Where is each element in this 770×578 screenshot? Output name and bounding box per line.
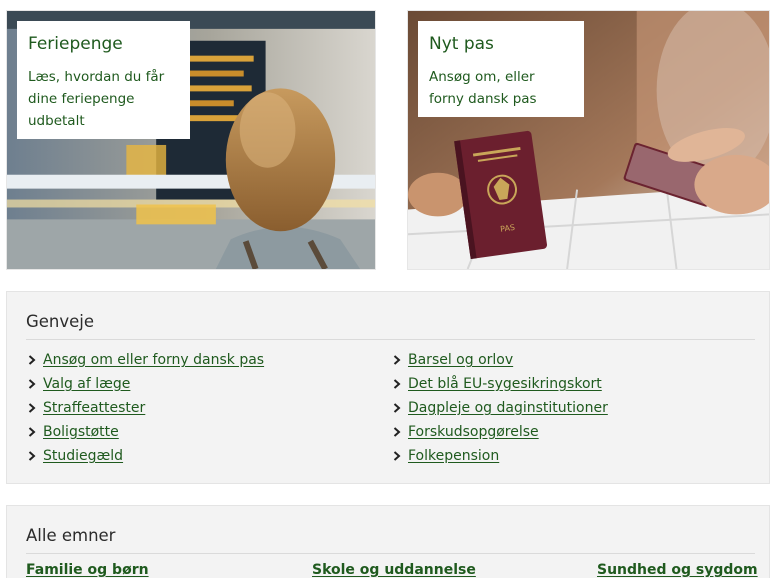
chevron-right-icon: [28, 427, 43, 437]
list-item: Studiegæld: [28, 444, 264, 468]
nyt-pas-card[interactable]: PAS Nyt pas Ansøg om, eller forny dansk …: [407, 10, 770, 270]
list-item: Boligstøtte: [28, 420, 264, 444]
chevron-right-icon: [28, 355, 43, 365]
shortcut-link[interactable]: Straffeattester: [43, 398, 145, 418]
card-title[interactable]: Feriepenge: [28, 33, 178, 55]
all-topics-heading: Alle emner: [26, 526, 755, 554]
feriepenge-caption: Feriepenge Læs, hvordan du får dine feri…: [17, 21, 190, 139]
shortcut-link[interactable]: Boligstøtte: [43, 422, 119, 442]
card-description: Ansøg om, eller forny dansk pas: [429, 69, 537, 107]
chevron-right-icon: [393, 451, 408, 461]
card-title[interactable]: Nyt pas: [429, 33, 572, 55]
list-item: Barsel og orlov: [393, 348, 608, 372]
shortcuts-panel: Genveje Ansøg om eller forny dansk pas V…: [6, 291, 770, 484]
shortcut-link[interactable]: Valg af læge: [43, 374, 130, 394]
list-item: Valg af læge: [28, 372, 264, 396]
shortcut-link[interactable]: Det blå EU-sygesikringskort: [408, 374, 602, 394]
shortcut-link[interactable]: Ansøg om eller forny dansk pas: [43, 350, 264, 370]
all-topics-panel: Alle emner Familie og børn Skole og udda…: [6, 505, 770, 578]
list-item: Ansøg om eller forny dansk pas: [28, 348, 264, 372]
chevron-right-icon: [393, 403, 408, 413]
shortcut-link[interactable]: Studiegæld: [43, 446, 123, 466]
list-item: Dagpleje og daginstitutioner: [393, 396, 608, 420]
chevron-right-icon: [28, 379, 43, 389]
list-item: Forskudsopgørelse: [393, 420, 608, 444]
shortcuts-list-right: Barsel og orlov Det blå EU-sygesikringsk…: [393, 348, 608, 468]
list-item: Straffeattester: [28, 396, 264, 420]
shortcuts-list-left: Ansøg om eller forny dansk pas Valg af l…: [28, 348, 264, 468]
list-item: Det blå EU-sygesikringskort: [393, 372, 608, 396]
chevron-right-icon: [28, 451, 43, 461]
topic-link-familie[interactable]: Familie og børn: [26, 562, 149, 578]
topic-link-sundhed[interactable]: Sundhed og sygdom: [597, 562, 758, 578]
shortcuts-heading: Genveje: [26, 312, 755, 340]
topic-link-skole[interactable]: Skole og uddannelse: [312, 562, 476, 578]
feriepenge-card[interactable]: Feriepenge Læs, hvordan du får dine feri…: [6, 10, 376, 270]
chevron-right-icon: [393, 355, 408, 365]
shortcut-link[interactable]: Forskudsopgørelse: [408, 422, 539, 442]
shortcut-link[interactable]: Dagpleje og daginstitutioner: [408, 398, 608, 418]
list-item: Folkepension: [393, 444, 608, 468]
shortcut-link[interactable]: Folkepension: [408, 446, 499, 466]
nyt-pas-caption: Nyt pas Ansøg om, eller forny dansk pas: [418, 21, 584, 117]
chevron-right-icon: [28, 403, 43, 413]
shortcut-link[interactable]: Barsel og orlov: [408, 350, 513, 370]
card-description: Læs, hvordan du får dine feriepenge udbe…: [28, 69, 165, 129]
chevron-right-icon: [393, 427, 408, 437]
chevron-right-icon: [393, 379, 408, 389]
